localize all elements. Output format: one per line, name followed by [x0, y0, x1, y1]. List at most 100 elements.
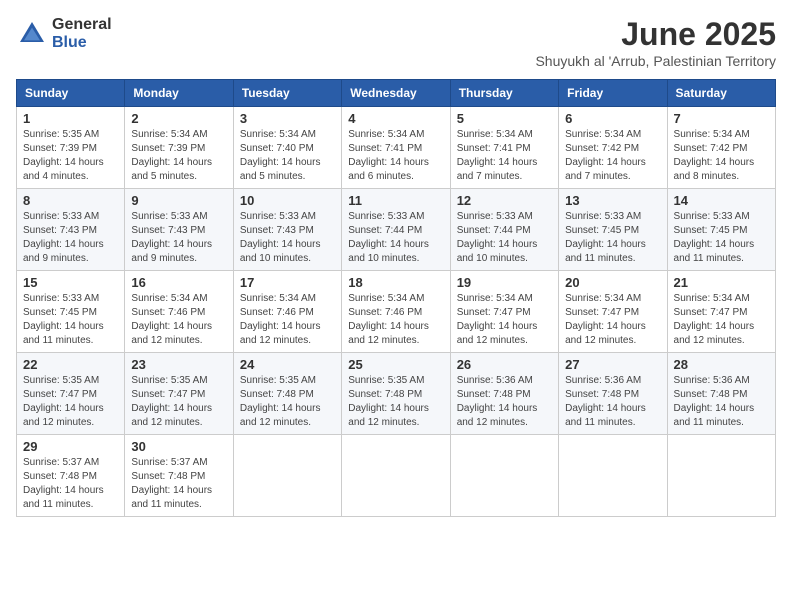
day-number: 13	[565, 193, 660, 208]
day-info: Sunrise: 5:37 AMSunset: 7:48 PMDaylight:…	[131, 456, 226, 512]
calendar-header-saturday: Saturday	[667, 80, 775, 107]
day-info: Sunrise: 5:33 AMSunset: 7:43 PMDaylight:…	[240, 210, 335, 266]
day-number: 19	[457, 275, 552, 290]
calendar-header-thursday: Thursday	[450, 80, 558, 107]
calendar-cell: 12 Sunrise: 5:33 AMSunset: 7:44 PMDayligh…	[450, 189, 558, 271]
calendar-cell	[342, 435, 450, 517]
day-number: 5	[457, 111, 552, 126]
day-info: Sunrise: 5:34 AMSunset: 7:47 PMDaylight:…	[457, 292, 552, 348]
day-info: Sunrise: 5:33 AMSunset: 7:45 PMDaylight:…	[23, 292, 118, 348]
calendar-cell: 28 Sunrise: 5:36 AMSunset: 7:48 PMDayligh…	[667, 353, 775, 435]
calendar-cell: 22 Sunrise: 5:35 AMSunset: 7:47 PMDayligh…	[17, 353, 125, 435]
calendar-cell: 6Sunrise: 5:34 AMSunset: 7:42 PMDaylight…	[559, 107, 667, 189]
calendar-cell: 30 Sunrise: 5:37 AMSunset: 7:48 PMDayligh…	[125, 435, 233, 517]
calendar-header-sunday: Sunday	[17, 80, 125, 107]
day-info: Sunrise: 5:35 AMSunset: 7:48 PMDaylight:…	[348, 374, 443, 430]
day-number: 22	[23, 357, 118, 372]
day-number: 2	[131, 111, 226, 126]
day-number: 29	[23, 439, 118, 454]
logo-text: General Blue	[52, 16, 112, 51]
day-number: 18	[348, 275, 443, 290]
day-info: Sunrise: 5:36 AMSunset: 7:48 PMDaylight:…	[565, 374, 660, 430]
calendar-cell: 7 Sunrise: 5:34 AMSunset: 7:42 PMDaylight…	[667, 107, 775, 189]
day-number: 24	[240, 357, 335, 372]
calendar-week-row: 8 Sunrise: 5:33 AMSunset: 7:43 PMDaylight…	[17, 189, 776, 271]
day-info: Sunrise: 5:37 AMSunset: 7:48 PMDaylight:…	[23, 456, 118, 512]
title-area: June 2025 Shuyukh al 'Arrub, Palestinian…	[535, 16, 776, 69]
day-info: Sunrise: 5:34 AMSunset: 7:39 PMDaylight:…	[131, 128, 226, 184]
day-number: 9	[131, 193, 226, 208]
calendar-cell: 3 Sunrise: 5:34 AMSunset: 7:40 PMDaylight…	[233, 107, 341, 189]
calendar-cell	[667, 435, 775, 517]
day-info: Sunrise: 5:33 AMSunset: 7:44 PMDaylight:…	[348, 210, 443, 266]
day-info: Sunrise: 5:33 AMSunset: 7:43 PMDaylight:…	[23, 210, 118, 266]
calendar-cell: 17 Sunrise: 5:34 AMSunset: 7:46 PMDayligh…	[233, 271, 341, 353]
calendar-week-row: 22 Sunrise: 5:35 AMSunset: 7:47 PMDayligh…	[17, 353, 776, 435]
calendar-cell: 5 Sunrise: 5:34 AMSunset: 7:41 PMDaylight…	[450, 107, 558, 189]
calendar-cell: 9 Sunrise: 5:33 AMSunset: 7:43 PMDaylight…	[125, 189, 233, 271]
calendar-header-friday: Friday	[559, 80, 667, 107]
day-number: 28	[674, 357, 769, 372]
calendar-cell	[450, 435, 558, 517]
day-number: 10	[240, 193, 335, 208]
day-info: Sunrise: 5:36 AMSunset: 7:48 PMDaylight:…	[674, 374, 769, 430]
calendar-cell: 21Sunrise: 5:34 AMSunset: 7:47 PMDayligh…	[667, 271, 775, 353]
subtitle: Shuyukh al 'Arrub, Palestinian Territory	[535, 53, 776, 69]
day-info: Sunrise: 5:35 AMSunset: 7:48 PMDaylight:…	[240, 374, 335, 430]
day-info: Sunrise: 5:34 AMSunset: 7:46 PMDaylight:…	[348, 292, 443, 348]
day-number: 26	[457, 357, 552, 372]
calendar-cell	[559, 435, 667, 517]
header: General Blue June 2025 Shuyukh al 'Arrub…	[16, 16, 776, 69]
day-info: Sunrise: 5:34 AMSunset: 7:41 PMDaylight:…	[348, 128, 443, 184]
day-number: 17	[240, 275, 335, 290]
logo-general: General	[52, 16, 112, 34]
day-info: Sunrise: 5:34 AMSunset: 7:47 PMDaylight:…	[674, 292, 769, 348]
day-number: 16	[131, 275, 226, 290]
day-info: Sunrise: 5:35 AMSunset: 7:47 PMDaylight:…	[23, 374, 118, 430]
day-number: 25	[348, 357, 443, 372]
day-number: 6	[565, 111, 660, 126]
calendar-cell: 4Sunrise: 5:34 AMSunset: 7:41 PMDaylight…	[342, 107, 450, 189]
calendar-cell: 25 Sunrise: 5:35 AMSunset: 7:48 PMDayligh…	[342, 353, 450, 435]
day-info: Sunrise: 5:33 AMSunset: 7:44 PMDaylight:…	[457, 210, 552, 266]
day-info: Sunrise: 5:34 AMSunset: 7:41 PMDaylight:…	[457, 128, 552, 184]
calendar-cell: 10 Sunrise: 5:33 AMSunset: 7:43 PMDayligh…	[233, 189, 341, 271]
day-number: 27	[565, 357, 660, 372]
logo-icon	[16, 18, 48, 50]
calendar-week-row: 15 Sunrise: 5:33 AMSunset: 7:45 PMDayligh…	[17, 271, 776, 353]
day-info: Sunrise: 5:33 AMSunset: 7:45 PMDaylight:…	[674, 210, 769, 266]
calendar-cell	[233, 435, 341, 517]
logo: General Blue	[16, 16, 112, 51]
month-title: June 2025	[535, 16, 776, 53]
day-info: Sunrise: 5:34 AMSunset: 7:40 PMDaylight:…	[240, 128, 335, 184]
day-info: Sunrise: 5:33 AMSunset: 7:45 PMDaylight:…	[565, 210, 660, 266]
calendar-header-wednesday: Wednesday	[342, 80, 450, 107]
day-number: 1	[23, 111, 118, 126]
day-info: Sunrise: 5:33 AMSunset: 7:43 PMDaylight:…	[131, 210, 226, 266]
day-number: 7	[674, 111, 769, 126]
day-number: 8	[23, 193, 118, 208]
day-info: Sunrise: 5:34 AMSunset: 7:42 PMDaylight:…	[674, 128, 769, 184]
calendar-cell: 18 Sunrise: 5:34 AMSunset: 7:46 PMDayligh…	[342, 271, 450, 353]
calendar-table: SundayMondayTuesdayWednesdayThursdayFrid…	[16, 79, 776, 517]
day-info: Sunrise: 5:35 AMSunset: 7:47 PMDaylight:…	[131, 374, 226, 430]
calendar-cell: 15 Sunrise: 5:33 AMSunset: 7:45 PMDayligh…	[17, 271, 125, 353]
day-info: Sunrise: 5:34 AMSunset: 7:47 PMDaylight:…	[565, 292, 660, 348]
calendar-cell: 20Sunrise: 5:34 AMSunset: 7:47 PMDayligh…	[559, 271, 667, 353]
calendar-cell: 14Sunrise: 5:33 AMSunset: 7:45 PMDayligh…	[667, 189, 775, 271]
calendar-cell: 24 Sunrise: 5:35 AMSunset: 7:48 PMDayligh…	[233, 353, 341, 435]
day-number: 12	[457, 193, 552, 208]
calendar-cell: 27 Sunrise: 5:36 AMSunset: 7:48 PMDayligh…	[559, 353, 667, 435]
calendar-cell: 26Sunrise: 5:36 AMSunset: 7:48 PMDayligh…	[450, 353, 558, 435]
calendar-cell: 19 Sunrise: 5:34 AMSunset: 7:47 PMDayligh…	[450, 271, 558, 353]
day-number: 3	[240, 111, 335, 126]
calendar-cell: 29 Sunrise: 5:37 AMSunset: 7:48 PMDayligh…	[17, 435, 125, 517]
day-info: Sunrise: 5:34 AMSunset: 7:46 PMDaylight:…	[240, 292, 335, 348]
day-number: 15	[23, 275, 118, 290]
day-number: 30	[131, 439, 226, 454]
calendar-header-tuesday: Tuesday	[233, 80, 341, 107]
calendar-cell: 2 Sunrise: 5:34 AMSunset: 7:39 PMDaylight…	[125, 107, 233, 189]
calendar-cell: 13 Sunrise: 5:33 AMSunset: 7:45 PMDayligh…	[559, 189, 667, 271]
calendar-cell: 23Sunrise: 5:35 AMSunset: 7:47 PMDayligh…	[125, 353, 233, 435]
day-info: Sunrise: 5:35 AMSunset: 7:39 PMDaylight:…	[23, 128, 118, 184]
